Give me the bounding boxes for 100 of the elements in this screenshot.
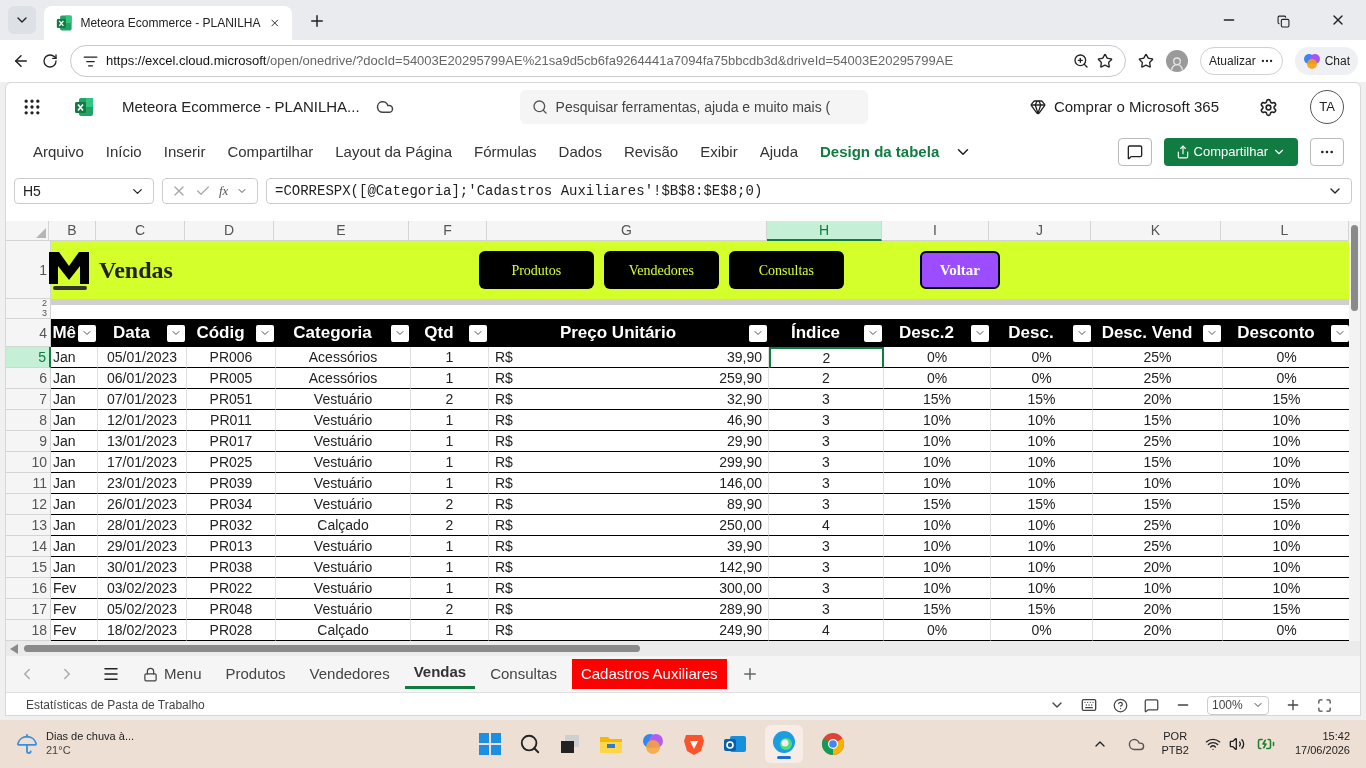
zoom-dropdown[interactable]: 100% bbox=[1207, 695, 1269, 715]
profile-avatar[interactable] bbox=[1165, 50, 1188, 72]
ribbon-tab[interactable]: Início bbox=[94, 140, 153, 164]
formula-field[interactable]: =CORRESPX([@Categoria];'Cadastros Auxiliares'!$B$8:$E$8;0) bbox=[266, 178, 1352, 204]
sheet-tab[interactable]: Vendas bbox=[404, 659, 476, 689]
ribbon-tab[interactable]: Design da tabela bbox=[809, 140, 951, 164]
all-sheets-icon[interactable] bbox=[102, 665, 120, 683]
column-header[interactable]: D bbox=[185, 221, 274, 241]
browser-tab[interactable]: Meteora Ecommerce - PLANILHA bbox=[44, 6, 292, 40]
chrome-icon[interactable] bbox=[821, 732, 846, 756]
sheet-tab[interactable]: Menu bbox=[134, 659, 211, 689]
row-header[interactable]: 11 bbox=[6, 473, 51, 494]
row-header[interactable]: 4 bbox=[6, 319, 51, 347]
keyboard-layout-text[interactable]: PTB2 bbox=[1161, 744, 1189, 758]
filter-button[interactable] bbox=[864, 324, 882, 342]
ribbon-tab[interactable]: Ajuda bbox=[748, 140, 809, 164]
back-icon[interactable] bbox=[12, 52, 30, 70]
filter-button[interactable] bbox=[1331, 324, 1349, 342]
filter-button[interactable] bbox=[78, 324, 96, 342]
app-launcher-icon[interactable] bbox=[22, 97, 42, 117]
feedback-icon[interactable] bbox=[1144, 697, 1159, 713]
row-header[interactable]: 3 bbox=[6, 308, 51, 319]
ribbon-tab[interactable]: Compartilhar bbox=[216, 140, 325, 164]
row-header[interactable]: 7 bbox=[6, 389, 51, 410]
row-header[interactable]: 16 bbox=[6, 578, 51, 599]
start-icon[interactable] bbox=[479, 733, 502, 755]
filter-button[interactable] bbox=[391, 324, 409, 342]
help-icon[interactable] bbox=[1113, 697, 1128, 713]
row-header[interactable]: 13 bbox=[6, 515, 51, 536]
zoom-icon[interactable] bbox=[1072, 53, 1089, 69]
keyboard-icon[interactable] bbox=[1081, 697, 1097, 713]
share-button[interactable]: Compartilhar bbox=[1163, 138, 1298, 166]
ribbon-tab[interactable]: Exibir bbox=[689, 140, 749, 164]
column-header[interactable]: H bbox=[767, 221, 882, 241]
wifi-icon[interactable] bbox=[1204, 736, 1221, 752]
column-header[interactable]: B bbox=[49, 221, 96, 241]
column-header[interactable]: L bbox=[1221, 221, 1349, 241]
favorites-icon[interactable] bbox=[1137, 53, 1154, 69]
sheet-tab[interactable]: Consultas bbox=[481, 659, 566, 689]
back-button[interactable]: Voltar bbox=[919, 251, 1000, 289]
row-header[interactable]: 1 bbox=[6, 241, 51, 299]
clock-date[interactable]: 17/06/2026 bbox=[1294, 744, 1350, 758]
column-header[interactable]: E bbox=[274, 221, 409, 241]
nav-button[interactable]: Produtos bbox=[478, 251, 594, 289]
search-field[interactable]: Pesquisar ferramentas, ajuda e muito mais ( bbox=[519, 90, 868, 124]
selected-cell[interactable]: 2 bbox=[769, 347, 884, 368]
row-header[interactable]: 10 bbox=[6, 452, 51, 473]
reload-icon[interactable] bbox=[42, 53, 58, 69]
column-header[interactable]: F bbox=[409, 221, 487, 241]
column-header[interactable]: K bbox=[1091, 221, 1221, 241]
chat-button[interactable]: Chat bbox=[1294, 47, 1358, 75]
fullscreen-icon[interactable] bbox=[1317, 697, 1332, 713]
row-header[interactable]: 9 bbox=[6, 431, 51, 452]
name-box[interactable]: H5 bbox=[14, 178, 154, 204]
row-header[interactable]: 17 bbox=[6, 599, 51, 620]
ribbon-tab[interactable]: Dados bbox=[547, 140, 613, 164]
nav-button[interactable]: Vendedores bbox=[603, 251, 719, 289]
nav-button[interactable]: Consultas bbox=[728, 251, 844, 289]
column-header[interactable]: C bbox=[96, 221, 185, 241]
ribbon-tab[interactable]: Revisão bbox=[612, 140, 690, 164]
vertical-scrollbar[interactable] bbox=[1349, 221, 1360, 641]
filter-button[interactable] bbox=[971, 324, 989, 342]
new-tab-icon[interactable] bbox=[308, 12, 326, 30]
horizontal-scrollbar[interactable] bbox=[6, 641, 1360, 656]
workbook-statistics-link[interactable]: Estatísticas de Pasta de Trabalho bbox=[26, 696, 1033, 714]
sheet-tab[interactable]: Vendedores bbox=[300, 659, 399, 689]
row-header[interactable]: 6 bbox=[6, 368, 51, 389]
row-header[interactable]: 2 bbox=[6, 299, 51, 308]
mail-app-icon[interactable] bbox=[723, 733, 748, 755]
task-view-icon[interactable] bbox=[559, 733, 582, 755]
address-bar[interactable]: https://excel.cloud.microsoft/open/onedrive/?docId=54003E20295799AE%21sa9d5cb6fa9264441a7094fa75bbcdb3d&driveId=54003E20295799AE bbox=[70, 45, 1126, 77]
restore-icon[interactable] bbox=[1277, 15, 1290, 28]
filter-button[interactable] bbox=[1073, 324, 1091, 342]
filter-button[interactable] bbox=[1203, 324, 1221, 342]
filter-button[interactable] bbox=[167, 324, 185, 342]
sheet-tab[interactable]: Produtos bbox=[216, 659, 295, 689]
buy-microsoft-365-link[interactable]: Comprar o Microsoft 365 bbox=[1053, 95, 1219, 119]
tab-list-button[interactable] bbox=[8, 6, 36, 34]
row-header[interactable]: 5 bbox=[6, 347, 51, 368]
filter-button[interactable] bbox=[256, 324, 274, 342]
ribbon-tab[interactable]: Arquivo bbox=[22, 140, 95, 164]
copilot-icon[interactable] bbox=[641, 732, 666, 756]
search-icon[interactable] bbox=[519, 733, 542, 755]
browser-taskbar-button[interactable] bbox=[765, 725, 804, 763]
close-icon[interactable] bbox=[268, 16, 280, 30]
column-header[interactable]: G bbox=[487, 221, 767, 241]
row-header[interactable]: 14 bbox=[6, 536, 51, 557]
row-header[interactable]: 8 bbox=[6, 410, 51, 431]
filter-button[interactable] bbox=[749, 324, 767, 342]
ribbon-tab[interactable]: Fórmulas bbox=[463, 140, 548, 164]
column-header[interactable]: J bbox=[989, 221, 1091, 241]
settings-icon[interactable] bbox=[1259, 97, 1278, 117]
ribbon-tab[interactable]: Inserir bbox=[152, 140, 217, 164]
volume-icon[interactable] bbox=[1228, 736, 1245, 752]
filter-button[interactable] bbox=[469, 324, 487, 342]
weather-icon[interactable] bbox=[16, 733, 38, 755]
ribbon-tab[interactable]: Layout da Página bbox=[324, 140, 464, 164]
workbook-title[interactable]: Meteora Ecommerce - PLANILHA... bbox=[122, 95, 360, 119]
scroll-left-icon[interactable] bbox=[10, 643, 18, 654]
zoom-in-icon[interactable] bbox=[1285, 697, 1301, 713]
